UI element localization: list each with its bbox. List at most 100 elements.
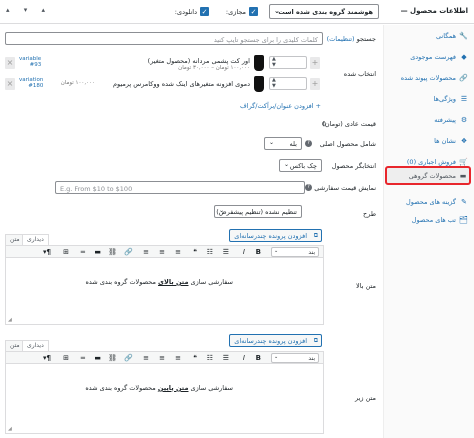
more-icon[interactable]: ▬ xyxy=(94,248,101,256)
help-icon: ? xyxy=(305,140,312,147)
align-left-icon[interactable]: ≡ xyxy=(143,248,149,256)
link-icon: 🔗 xyxy=(459,74,468,82)
content-bold: متن بالای xyxy=(158,278,189,286)
hr-icon[interactable]: ═ xyxy=(81,248,85,256)
panel-toggle-controls[interactable]: ▴ ▾ ▴ xyxy=(6,6,51,14)
resize-handle[interactable]: ◢ xyxy=(8,317,12,323)
link-icon[interactable]: 🔗 xyxy=(124,354,133,362)
list-icon: ☰ xyxy=(460,95,468,103)
product-price: ۱۰۰,۰۰۰ تومان xyxy=(60,80,95,86)
blockquote-icon[interactable]: ❝ xyxy=(193,248,197,256)
bottom-text-label: متن زیر xyxy=(355,394,376,402)
product-id[interactable]: #93 xyxy=(19,62,42,68)
editor-content: سفارشی سازی متن پایین محصولات گروه بندی … xyxy=(85,384,233,392)
align-center-icon[interactable]: ≡ xyxy=(159,354,165,362)
group-icon: ▬ xyxy=(459,172,467,180)
toolbar-toggle-icon[interactable]: ⊞ xyxy=(63,248,69,256)
tab-visual[interactable]: دیداری xyxy=(22,340,49,351)
wrench-icon: 🔧 xyxy=(459,32,468,40)
unlink-icon[interactable]: ⛓ xyxy=(108,248,117,256)
unlink-icon[interactable]: ⛓ xyxy=(108,354,117,362)
product-data-title: اطلاعات محصول — xyxy=(400,7,468,15)
tab-inventory[interactable]: ◆ فهرست موجودی xyxy=(383,48,474,66)
format-select[interactable]: بند ⌄ xyxy=(271,353,319,363)
add-title-link[interactable]: + افزودن عنوان/برآکت/گراف xyxy=(240,102,321,110)
product-type-select[interactable]: هوشمند گروه بندی شده است ⌄ xyxy=(269,4,379,19)
chevron-down-icon: ⌄ xyxy=(219,207,225,214)
include-parent-select[interactable]: بله ⌄ xyxy=(264,137,302,150)
top-text-editor[interactable]: سفارشی سازی متن بالای محصولات گروه بندی … xyxy=(5,258,324,325)
add-media-button[interactable]: ⧉ افزودن پرونده چندرسانه‌ای xyxy=(229,334,322,347)
align-left-icon[interactable]: ≡ xyxy=(143,354,149,362)
quantity-stepper[interactable]: ▲ ▼ xyxy=(269,56,307,69)
downloadable-checkbox[interactable]: ✓ xyxy=(200,7,209,16)
chevron-down-icon: ⌄ xyxy=(274,354,279,360)
align-right-icon[interactable]: ≡ xyxy=(175,354,181,362)
link-icon[interactable]: 🔗 xyxy=(124,248,133,256)
tab-advanced[interactable]: ⚙ پیشرفته xyxy=(383,111,474,129)
tab-attributes[interactable]: ☰ ویژگی‌ها xyxy=(383,90,474,108)
media-icon: ⧉ xyxy=(313,337,318,344)
tab-linked-products[interactable]: 🔗 محصولات پیوند شده xyxy=(383,69,474,87)
tab-general[interactable]: 🔧 همگانی xyxy=(383,27,474,45)
format-select[interactable]: بند ⌄ xyxy=(271,247,319,257)
resize-handle[interactable]: ◢ xyxy=(8,426,12,432)
product-id[interactable]: #180 xyxy=(19,83,43,89)
tab-label: محصولات پیوند شده xyxy=(400,74,456,82)
add-icon[interactable]: + xyxy=(310,57,320,69)
layout-select[interactable]: تنظیم نشده (تنظیم پیشفرض) ⌄ xyxy=(214,205,302,218)
content-text: محصولات گروه بندی شده xyxy=(85,278,159,286)
bold-icon[interactable]: B xyxy=(256,354,261,362)
stepper-down-icon[interactable]: ▼ xyxy=(272,63,276,68)
toolbar-toggle-icon[interactable]: ⊞ xyxy=(63,354,69,362)
product-data-tabs: 🔧 همگانی ◆ فهرست موجودی 🔗 محصولات پیوند شده… xyxy=(383,25,474,438)
editor-toolbar: بند ⌄ B I ☰ ☷ ❝ ≡ ≡ ≡ 🔗 ⛓ ▬ ═ ⊞ ¶▾ xyxy=(5,245,324,258)
tab-visual[interactable]: دیداری xyxy=(22,234,49,245)
tab-badges[interactable]: ❖ نشان ها xyxy=(383,132,474,150)
chevron-down-icon: ⌄ xyxy=(274,7,280,15)
bold-icon[interactable]: B xyxy=(256,248,261,256)
align-center-icon[interactable]: ≡ xyxy=(159,248,165,256)
content-bold: متن پایین xyxy=(157,384,189,392)
inventory-icon: ◆ xyxy=(461,53,467,61)
bullet-list-icon[interactable]: ☰ xyxy=(223,354,229,362)
tab-grouped-products[interactable]: ▬ محصولات گروهی xyxy=(385,166,471,185)
content-text: محصولات گروه بندی شده xyxy=(85,384,158,392)
custom-price-input[interactable]: E.g. From $10 to $100 xyxy=(55,181,305,194)
search-input[interactable]: کلمات کلیدی را برای جستجو تایپ کنید xyxy=(5,32,323,45)
hr-icon[interactable]: ═ xyxy=(81,354,85,362)
paragraph-icon[interactable]: ¶▾ xyxy=(43,354,51,362)
tab-label: ویژگی‌ها xyxy=(433,95,456,103)
paragraph-icon[interactable]: ¶▾ xyxy=(43,248,51,256)
tab-label: نشان ها xyxy=(434,137,456,145)
editor-tabs: متن دیداری xyxy=(5,340,55,351)
numbered-list-icon[interactable]: ☷ xyxy=(207,248,213,256)
downloadable-label: دانلودی: xyxy=(174,8,197,16)
more-icon[interactable]: ▬ xyxy=(94,354,101,362)
product-picker-label: انتخابگر محصول xyxy=(331,162,376,170)
tab-product-options[interactable]: ✎ گزینه های محصول xyxy=(383,193,474,211)
search-settings-link[interactable]: (تنظیمات) xyxy=(327,35,355,43)
add-media-button[interactable]: ⧉ افزودن پرونده چندرسانه‌ای xyxy=(229,229,322,242)
help-icon: ? xyxy=(305,184,312,191)
selected-products-label: انتخاب شده xyxy=(343,70,376,78)
tab-product-tabs[interactable]: 🗂 تب های محصول xyxy=(383,211,474,229)
tab-label: فروش اجباری (0) xyxy=(406,158,456,166)
remove-icon[interactable]: × xyxy=(5,57,15,69)
editor-toolbar: بند ⌄ B I ☰ ☷ ❝ ≡ ≡ ≡ 🔗 ⛓ ▬ ═ ⊞ ¶▾ xyxy=(5,351,324,364)
blockquote-icon[interactable]: ❝ xyxy=(193,354,197,362)
remove-icon[interactable]: × xyxy=(5,78,15,90)
virtual-checkbox[interactable]: ✓ xyxy=(249,7,258,16)
italic-icon[interactable]: I xyxy=(243,354,245,362)
numbered-list-icon[interactable]: ☷ xyxy=(207,354,213,362)
product-price: ۱۰۰,۰۰۰ تومان – ۳۰,۰۰۰ تومان xyxy=(178,65,250,71)
align-right-icon[interactable]: ≡ xyxy=(175,248,181,256)
add-icon[interactable]: + xyxy=(310,78,320,90)
bottom-text-editor[interactable]: سفارشی سازی متن پایین محصولات گروه بندی … xyxy=(5,364,324,434)
italic-icon[interactable]: I xyxy=(243,248,245,256)
selected-product-row: + ▲ ▼ اور کت پشمی مردانه (محصول متغیر) ۱۰… xyxy=(5,54,320,74)
quantity-stepper[interactable]: ▲ ▼ xyxy=(269,77,307,90)
stepper-down-icon[interactable]: ▼ xyxy=(272,84,276,89)
product-picker-select[interactable]: چک باکس ⌄ xyxy=(279,159,322,172)
bullet-list-icon[interactable]: ☰ xyxy=(223,248,229,256)
